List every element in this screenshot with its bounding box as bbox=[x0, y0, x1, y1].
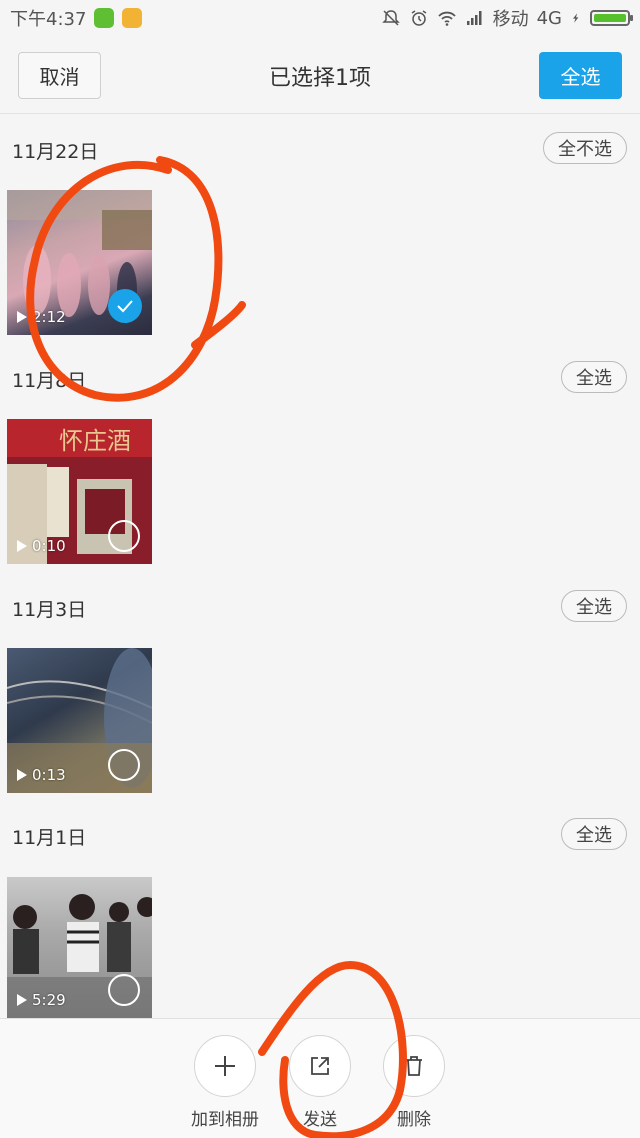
send-button[interactable]: 发送 bbox=[275, 1035, 365, 1130]
send-label: 发送 bbox=[303, 1110, 337, 1130]
section-date-nov22: 11月22日 bbox=[12, 141, 99, 163]
battery-icon bbox=[590, 10, 633, 26]
video-thumbnail[interactable]: 怀庄酒 0:10 bbox=[7, 419, 152, 564]
video-thumbnail[interactable]: 0:13 bbox=[7, 648, 152, 793]
video-duration: 2:12 bbox=[17, 308, 66, 326]
battery-level bbox=[594, 14, 626, 22]
video-thumbnail[interactable]: 2:12 bbox=[7, 190, 152, 335]
bottom-toolbar: 加到相册 发送 删除 bbox=[0, 1018, 640, 1138]
svg-text:怀庄酒: 怀庄酒 bbox=[59, 427, 131, 455]
delete-button[interactable]: 删除 bbox=[369, 1035, 459, 1130]
select-circle-icon[interactable] bbox=[108, 520, 140, 552]
section-date-nov8: 11月8日 bbox=[12, 370, 87, 392]
add-to-album-button[interactable]: 加到相册 bbox=[180, 1035, 270, 1130]
delete-label: 删除 bbox=[397, 1110, 431, 1130]
wifi-icon bbox=[437, 11, 456, 26]
trash-icon bbox=[383, 1035, 445, 1097]
charging-icon bbox=[573, 13, 579, 23]
select-all-section-button[interactable]: 全选 bbox=[561, 818, 627, 850]
play-icon bbox=[17, 994, 27, 1006]
video-duration: 0:10 bbox=[17, 537, 66, 555]
select-all-button[interactable]: 全选 bbox=[539, 52, 622, 99]
add-icon bbox=[194, 1035, 256, 1097]
selection-header: 取消 已选择1项 全选 bbox=[0, 36, 640, 114]
video-duration: 5:29 bbox=[17, 991, 66, 1009]
section-date-nov1: 11月1日 bbox=[12, 827, 87, 849]
app-icon bbox=[122, 8, 143, 28]
select-circle-icon[interactable] bbox=[108, 974, 140, 1006]
deselect-all-button[interactable]: 全不选 bbox=[543, 132, 627, 164]
add-to-album-label: 加到相册 bbox=[191, 1110, 259, 1130]
battery-app-icon bbox=[94, 8, 115, 28]
video-thumbnail[interactable]: 5:29 bbox=[7, 877, 152, 1018]
signal-icon bbox=[466, 11, 482, 25]
select-all-section-button[interactable]: 全选 bbox=[561, 590, 627, 622]
section-date-nov3: 11月3日 bbox=[12, 599, 87, 621]
mute-icon bbox=[381, 10, 400, 26]
alarm-icon bbox=[411, 10, 427, 26]
play-icon bbox=[17, 769, 27, 781]
status-time: 下午4:37 bbox=[10, 9, 87, 30]
video-duration: 0:13 bbox=[17, 766, 66, 784]
play-icon bbox=[17, 311, 27, 323]
select-all-section-button[interactable]: 全选 bbox=[561, 361, 627, 393]
network-label: 4G bbox=[536, 7, 562, 29]
selected-check-icon[interactable] bbox=[108, 289, 142, 323]
status-bar: 下午4:37 移动 4G bbox=[0, 0, 640, 36]
play-icon bbox=[17, 540, 27, 552]
carrier-label: 移动 bbox=[492, 9, 529, 30]
select-circle-icon[interactable] bbox=[108, 749, 140, 781]
share-icon bbox=[289, 1035, 351, 1097]
